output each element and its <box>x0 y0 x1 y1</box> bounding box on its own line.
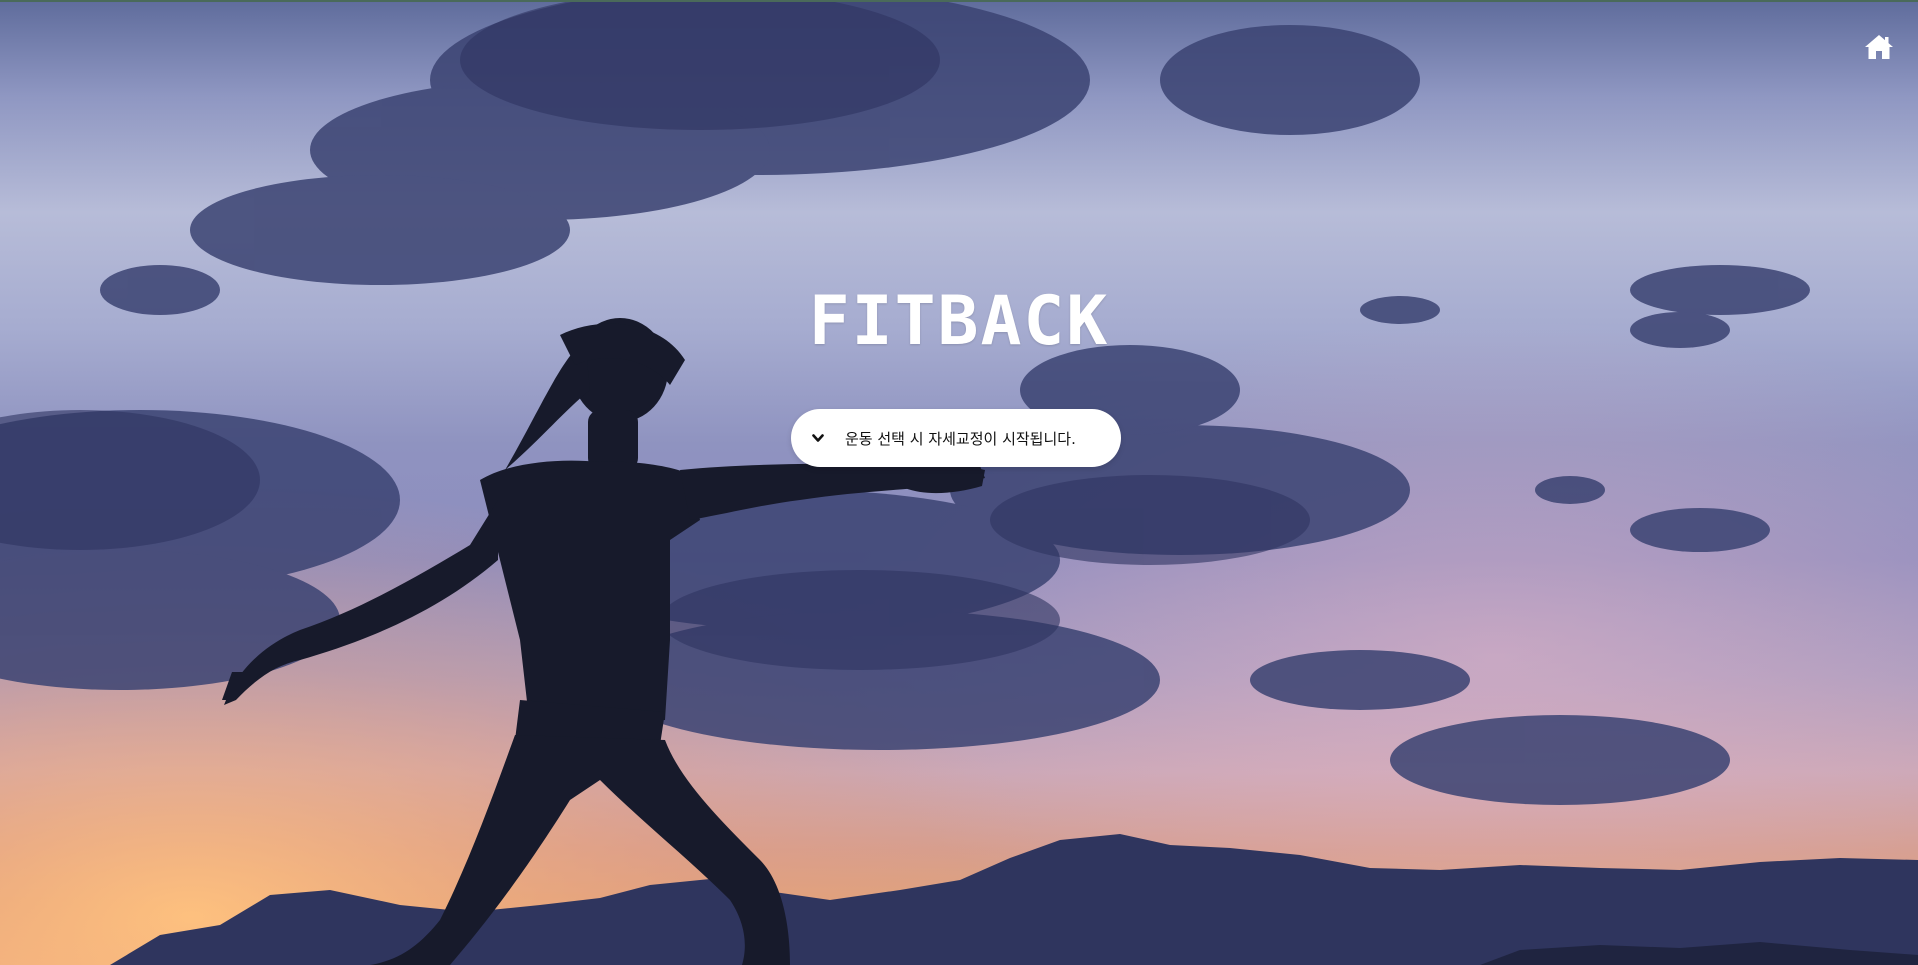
hero-page: FITBACK 운동 선택 시 자세교정이 시작됩니다. <box>0 0 1918 965</box>
home-icon <box>1865 35 1893 59</box>
exercise-select-dropdown[interactable]: 운동 선택 시 자세교정이 시작됩니다. <box>791 409 1121 467</box>
chevron-down-icon <box>809 429 827 447</box>
top-border <box>0 0 1918 2</box>
home-button[interactable] <box>1862 30 1896 64</box>
background-photo <box>0 0 1918 965</box>
exercise-select-label: 운동 선택 시 자세교정이 시작됩니다. <box>845 429 1076 448</box>
brand-title: FITBACK <box>808 282 1110 361</box>
